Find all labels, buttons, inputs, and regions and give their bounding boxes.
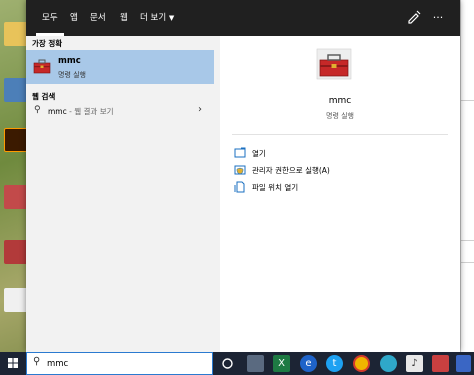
music-icon[interactable]: ♪: [406, 355, 423, 372]
preview-divider: [232, 134, 448, 135]
background-window-edge: [460, 0, 474, 352]
open-file-location-label: 파일 위치 열기: [252, 183, 299, 192]
start-button[interactable]: [0, 352, 26, 375]
desktop-icon-image-1[interactable]: [4, 185, 28, 209]
edge-new-icon[interactable]: [380, 355, 397, 372]
calendar-icon[interactable]: [432, 355, 449, 372]
task-view-icon[interactable]: [219, 355, 236, 372]
tab-all[interactable]: 모두: [36, 0, 64, 36]
best-match-subtitle: 명령 실행: [58, 71, 86, 79]
desktop-icon-shortcut[interactable]: [4, 288, 28, 312]
best-match-result[interactable]: mmc 명령 실행: [26, 50, 214, 84]
web-search-heading: 웹 검색: [32, 92, 56, 101]
open-icon: [234, 147, 246, 158]
excel-icon[interactable]: X: [273, 355, 290, 372]
tab-more[interactable]: 더 보기 ▼: [138, 0, 176, 36]
open-action-label: 열기: [252, 149, 266, 158]
web-search-label: mmc - 웹 결과 보기: [48, 106, 114, 117]
web-search-query: mmc: [48, 107, 67, 116]
desktop-icon-image-2[interactable]: [4, 240, 28, 264]
tab-documents[interactable]: 문서: [88, 0, 108, 36]
store-icon[interactable]: [456, 355, 471, 372]
twitter-icon[interactable]: t: [326, 355, 343, 372]
results-list: 가장 정확 mmc 명령 실행 웹 검색 ⚲ mmc - 웹 결과 보기 ›: [26, 36, 220, 352]
file-location-icon: [234, 181, 245, 193]
chrome-icon[interactable]: [353, 355, 370, 372]
result-preview: mmc 명령 실행 열기 관리자 권한으로 실행(A) 파일 위치 열기: [220, 36, 460, 352]
preview-app-name: mmc: [328, 96, 352, 106]
windows-logo-icon: [8, 358, 18, 368]
chevron-down-icon: ▼: [168, 14, 175, 22]
search-tab-bar: 모두 앱 문서 웹 더 보기 ▼ ···: [26, 0, 460, 36]
people-app-icon[interactable]: [247, 355, 264, 372]
admin-shield-icon: [234, 165, 246, 175]
tab-apps[interactable]: 앱: [68, 0, 80, 36]
search-flyout: 모두 앱 문서 웹 더 보기 ▼ ··· 가장 정확 mmc 명령 실행 웹 검…: [26, 0, 460, 352]
edge-icon[interactable]: e: [300, 355, 317, 372]
search-icon: ⚲: [34, 105, 41, 115]
toolbox-large-icon: [316, 48, 352, 80]
search-icon: ⚲: [33, 356, 41, 367]
more-options-icon[interactable]: ···: [430, 10, 446, 26]
tab-more-label: 더 보기: [140, 13, 167, 23]
taskbar: ⚲ X e t ♪: [0, 352, 474, 375]
feedback-icon[interactable]: [406, 10, 422, 26]
best-match-heading: 가장 정확: [32, 39, 63, 48]
web-search-suffix: - 웹 결과 보기: [66, 107, 114, 116]
chevron-right-icon: ›: [198, 104, 202, 115]
desktop-icon-computer[interactable]: [4, 78, 28, 102]
taskbar-search-input[interactable]: [47, 356, 207, 371]
taskbar-search-box[interactable]: ⚲: [26, 352, 213, 375]
run-as-admin-label: 관리자 권한으로 실행(A): [252, 166, 330, 175]
desktop-icon-illustrator[interactable]: [4, 128, 28, 152]
web-search-result[interactable]: ⚲ mmc - 웹 결과 보기 ›: [26, 104, 214, 120]
preview-app-type: 명령 실행: [326, 112, 354, 120]
tab-web[interactable]: 웹: [118, 0, 130, 36]
desktop-icon-folder[interactable]: [4, 22, 28, 46]
toolbox-icon: [33, 59, 51, 74]
best-match-title: mmc: [58, 56, 81, 66]
